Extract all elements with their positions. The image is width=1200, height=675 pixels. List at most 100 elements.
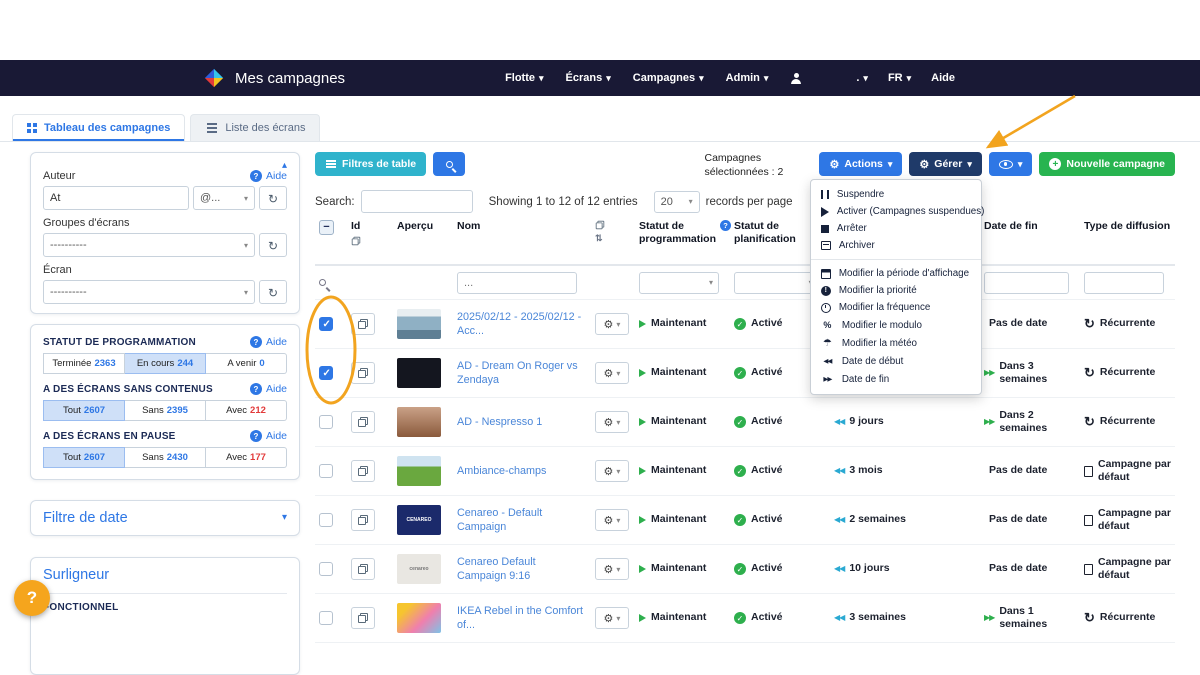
- filter-toggle-button[interactable]: A venir 0: [206, 353, 287, 374]
- campaign-thumbnail[interactable]: cenareo: [397, 554, 441, 584]
- menu-item[interactable]: Archiver: [811, 237, 981, 254]
- campaign-thumbnail[interactable]: [397, 407, 441, 437]
- row-checkbox[interactable]: [319, 513, 333, 527]
- header-statut-programmation[interactable]: Statut de programmation: [639, 220, 716, 246]
- campaign-name-link[interactable]: Ambiance-champs: [457, 464, 546, 478]
- date-fin-filter-input[interactable]: [984, 272, 1069, 294]
- row-checkbox[interactable]: [319, 317, 333, 331]
- row-checkbox[interactable]: [319, 562, 333, 576]
- aide-link[interactable]: Aide: [250, 383, 287, 395]
- select-all-checkbox[interactable]: [319, 220, 334, 235]
- header-id[interactable]: Id: [351, 220, 360, 233]
- header-nom[interactable]: Nom: [453, 220, 591, 233]
- auteur-mention-select[interactable]: @...: [193, 186, 255, 210]
- menu-item[interactable]: Modifier la priorité: [811, 282, 981, 299]
- menu-item[interactable]: Modifier le modulo: [811, 316, 981, 334]
- row-settings-select[interactable]: [595, 558, 629, 580]
- row-settings-select[interactable]: [595, 313, 629, 335]
- menu-item[interactable]: Modifier la fréquence: [811, 299, 981, 316]
- aide-link[interactable]: Aide: [250, 430, 287, 442]
- filter-toggle-button[interactable]: Terminée 2363: [43, 353, 125, 374]
- filter-toggle-button[interactable]: Sans 2430: [125, 447, 206, 468]
- copy-id-button[interactable]: [351, 607, 375, 629]
- nav-help-link[interactable]: Aide: [931, 72, 955, 84]
- groupes-refresh-button[interactable]: [259, 233, 287, 257]
- auteur-input[interactable]: [43, 186, 189, 210]
- aide-link[interactable]: Aide: [250, 170, 287, 182]
- row-settings-select[interactable]: [595, 362, 629, 384]
- help-fab-button[interactable]: [14, 580, 50, 616]
- page-size-select[interactable]: 20: [654, 191, 700, 213]
- language-menu[interactable]: FR: [888, 72, 911, 84]
- filter-toggle-button[interactable]: Sans 2395: [125, 400, 206, 421]
- sort-icon[interactable]: [595, 233, 603, 244]
- nav-menu-item[interactable]: Flotte: [505, 72, 543, 84]
- row-checkbox[interactable]: [319, 611, 333, 625]
- campaign-thumbnail[interactable]: CENAREO: [397, 505, 441, 535]
- row-settings-select[interactable]: [595, 509, 629, 531]
- menu-item[interactable]: Arrêter: [811, 220, 981, 237]
- auteur-refresh-button[interactable]: [259, 186, 287, 210]
- collapse-chevron-down-icon[interactable]: [282, 514, 287, 522]
- type-filter-input[interactable]: [1084, 272, 1164, 294]
- ecran-select[interactable]: ----------: [43, 280, 255, 304]
- header-type-diffusion[interactable]: Type de diffusion: [1080, 220, 1175, 233]
- gerer-dropdown-button[interactable]: Gérer: [909, 152, 981, 176]
- nom-filter-input[interactable]: [457, 272, 577, 294]
- table-filters-button[interactable]: Filtres de table: [315, 152, 426, 176]
- menu-item[interactable]: Date de fin: [811, 370, 981, 388]
- copy-id-button[interactable]: [351, 460, 375, 482]
- filter-toggle-button[interactable]: Tout 2607: [43, 447, 125, 468]
- search-button[interactable]: [433, 152, 465, 176]
- copy-id-button[interactable]: [351, 558, 375, 580]
- aide-link[interactable]: Aide: [250, 336, 287, 348]
- tab-tableau-campagnes[interactable]: Tableau des campagnes: [12, 114, 185, 141]
- groupes-select[interactable]: ----------: [43, 233, 255, 257]
- table-search-input[interactable]: [361, 190, 473, 213]
- tab-liste-ecrans[interactable]: Liste des écrans: [190, 114, 320, 141]
- filter-toggle-button[interactable]: Tout 2607: [43, 400, 125, 421]
- row-settings-select[interactable]: [595, 607, 629, 629]
- user-menu[interactable]: [790, 73, 802, 84]
- campaign-name-link[interactable]: Cenareo - Default Campaign: [457, 506, 587, 534]
- copy-id-button[interactable]: [351, 313, 375, 335]
- nav-menu-item[interactable]: Écrans: [566, 72, 611, 84]
- collapse-chevron-up-icon[interactable]: [282, 162, 287, 170]
- nav-menu-item[interactable]: Campagnes: [633, 72, 704, 84]
- row-settings-select[interactable]: [595, 460, 629, 482]
- campaign-thumbnail[interactable]: [397, 603, 441, 633]
- row-settings-select[interactable]: [595, 411, 629, 433]
- menu-item[interactable]: Date de début: [811, 352, 981, 370]
- filter-toggle-button[interactable]: En cours 244: [125, 353, 206, 374]
- row-checkbox[interactable]: [319, 366, 333, 380]
- menu-item[interactable]: Suspendre: [811, 186, 981, 203]
- campaign-thumbnail[interactable]: [397, 309, 441, 339]
- menu-item[interactable]: Modifier la météo: [811, 334, 981, 352]
- header-statut-planification[interactable]: Statut de planification: [734, 220, 811, 246]
- statut-plan-filter-select[interactable]: [734, 272, 819, 294]
- campaign-name-link[interactable]: IKEA Rebel in the Comfort of...: [457, 604, 587, 632]
- visibility-dropdown-button[interactable]: [989, 152, 1033, 176]
- copy-id-button[interactable]: [351, 362, 375, 384]
- campaign-thumbnail[interactable]: [397, 456, 441, 486]
- nav-menu-item[interactable]: Admin: [726, 72, 769, 84]
- account-menu[interactable]: .: [856, 72, 868, 84]
- filter-toggle-button[interactable]: Avec 177: [206, 447, 287, 468]
- new-campaign-button[interactable]: Nouvelle campagne: [1039, 152, 1175, 176]
- filter-toggle-button[interactable]: Avec 212: [206, 400, 287, 421]
- brand[interactable]: Mes campagnes: [203, 67, 345, 89]
- fonctionnel-section-label[interactable]: FONCTIONNEL: [43, 602, 287, 613]
- campaign-name-link[interactable]: AD - Nespresso 1: [457, 415, 542, 429]
- row-checkbox[interactable]: [319, 415, 333, 429]
- campaign-name-link[interactable]: 2025/02/12 - 2025/02/12 - Acc...: [457, 310, 587, 338]
- campaign-name-link[interactable]: Cenareo Default Campaign 9:16: [457, 555, 587, 583]
- header-apercu[interactable]: Aperçu: [393, 220, 453, 233]
- header-date-fin[interactable]: Date de fin: [980, 220, 1080, 233]
- statut-prog-filter-select[interactable]: [639, 272, 719, 294]
- campaign-name-link[interactable]: AD - Dream On Roger vs Zendaya: [457, 359, 587, 387]
- copy-id-button[interactable]: [351, 509, 375, 531]
- actions-dropdown-button[interactable]: Actions: [819, 152, 902, 176]
- menu-item[interactable]: Modifier la période d'affichage: [811, 265, 981, 282]
- menu-item[interactable]: Activer (Campagnes suspendues): [811, 203, 981, 220]
- copy-id-button[interactable]: [351, 411, 375, 433]
